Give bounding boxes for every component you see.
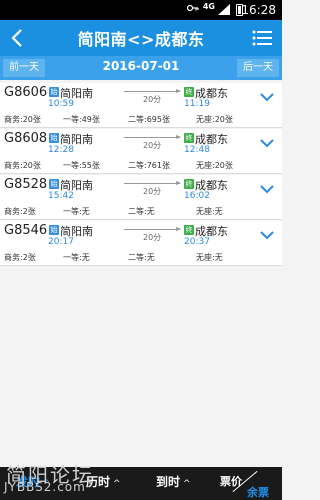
seat-second: 二等:761张: [128, 161, 170, 170]
seat-first: 一等:49张: [63, 115, 100, 124]
depart-time: 20:17: [48, 237, 74, 247]
seat-business: 商务:20张: [4, 161, 41, 170]
forum-watermark-url: JYBBS2.com: [4, 480, 86, 494]
key-icon: [187, 4, 199, 12]
depart-time: 12:28: [48, 145, 74, 155]
seat-business: 商务:2张: [4, 207, 36, 216]
terminal-badge: 终: [184, 133, 194, 143]
seat-standing: 无座:无: [196, 207, 223, 216]
origin-badge: 始: [49, 179, 59, 189]
arrive-time: 12:48: [184, 145, 210, 155]
seat-second: 二等:无: [128, 253, 155, 262]
chevron-down-icon[interactable]: [260, 230, 274, 240]
train-number: G8606: [4, 85, 48, 100]
chevron-down-icon[interactable]: [260, 92, 274, 102]
network-type: 4G: [202, 2, 215, 11]
train-number: G8528: [4, 177, 48, 192]
chevron-down-icon[interactable]: [260, 184, 274, 194]
train-list: G8606 始 简阳南 10:59 20分 终 成都东 11:19 商务:20张…: [0, 83, 282, 267]
seat-standing: 无座:20张: [196, 161, 233, 170]
menu-icon[interactable]: [252, 30, 272, 46]
seat-second: 二等:无: [128, 207, 155, 216]
train-row[interactable]: G8546 始 简阳南 20:17 20分 终 成都东 20:37 商务:2张 …: [0, 221, 282, 266]
train-row[interactable]: G8608 始 简阳南 12:28 20分 终 成都东 12:48 商务:20张…: [0, 129, 282, 174]
caret-up-icon: ^: [183, 479, 191, 489]
train-number: G8546: [4, 223, 48, 238]
train-row[interactable]: G8606 始 简阳南 10:59 20分 终 成都东 11:19 商务:20张…: [0, 83, 282, 128]
arrow-line-icon: [124, 89, 181, 93]
train-row[interactable]: G8528 始 简阳南 15:42 20分 终 成都东 16:02 商务:2张 …: [0, 175, 282, 220]
travel-duration: 20分: [143, 141, 162, 150]
arrow-line-icon: [124, 135, 181, 139]
seat-first: 一等:55张: [63, 161, 100, 170]
app-root: 4G 16:28 简阳南<>成都东 前一天 2016-07-01 后一天 G86…: [0, 0, 282, 500]
date-bar: 前一天 2016-07-01 后一天: [0, 56, 282, 80]
depart-time: 10:59: [48, 99, 74, 109]
arrive-time: 20:37: [184, 237, 210, 247]
arrive-time: 16:02: [184, 191, 210, 201]
next-day-button[interactable]: 后一天: [237, 59, 279, 77]
arrow-line-icon: [124, 227, 181, 231]
chevron-down-icon[interactable]: [260, 138, 274, 148]
train-number: G8608: [4, 131, 48, 146]
arrive-time: 11:19: [184, 99, 210, 109]
sort-arrive-button[interactable]: 到时 ^: [156, 473, 191, 490]
origin-badge: 始: [49, 87, 59, 97]
travel-duration: 20分: [143, 233, 162, 242]
seat-first: 一等:无: [63, 207, 90, 216]
travel-duration: 20分: [143, 95, 162, 104]
route-title: 简阳南<>成都东: [77, 30, 205, 49]
status-time: 16:28: [241, 3, 276, 17]
origin-badge: 始: [49, 133, 59, 143]
status-bar: 4G 16:28: [0, 0, 282, 20]
depart-time: 15:42: [48, 191, 74, 201]
seat-first: 一等:无: [63, 253, 90, 262]
seat-business: 商务:2张: [4, 253, 36, 262]
signal-icon: [218, 4, 230, 15]
terminal-badge: 终: [184, 179, 194, 189]
sort-arrive-label: 到时: [156, 475, 181, 489]
terminal-badge: 终: [184, 225, 194, 235]
app-header: 简阳南<>成都东: [0, 20, 282, 56]
seat-business: 商务:20张: [4, 115, 41, 124]
seat-standing: 无座:20张: [196, 115, 233, 124]
origin-badge: 始: [49, 225, 59, 235]
travel-duration: 20分: [143, 187, 162, 196]
sort-remain-button[interactable]: 余票: [247, 484, 269, 500]
seat-second: 二等:695张: [128, 115, 170, 124]
seat-standing: 无座:无: [196, 253, 223, 262]
arrow-line-icon: [124, 181, 181, 185]
caret-up-icon: ^: [113, 479, 121, 489]
terminal-badge: 终: [184, 87, 194, 97]
